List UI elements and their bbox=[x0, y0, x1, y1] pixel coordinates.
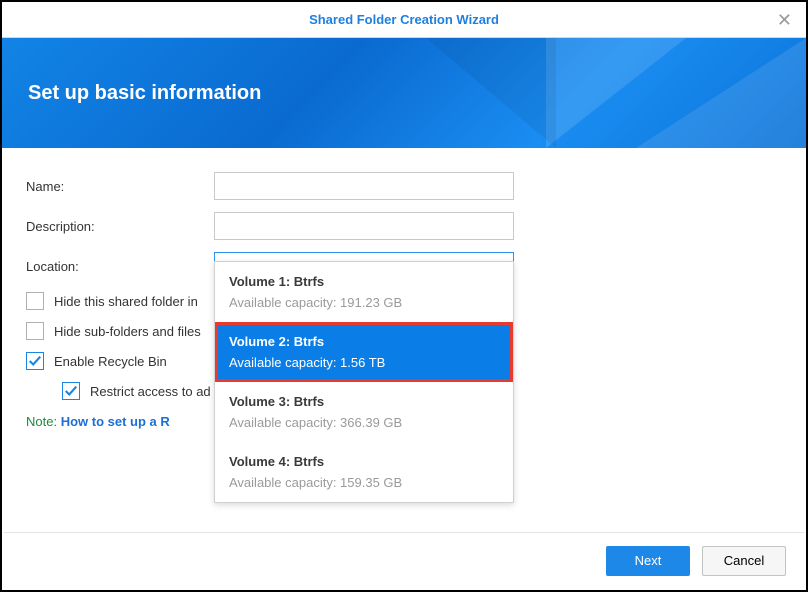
close-icon[interactable]: ✕ bbox=[777, 10, 792, 31]
description-input[interactable] bbox=[214, 212, 514, 240]
note-prefix: Note: bbox=[26, 414, 57, 429]
note-link[interactable]: How to set up a R bbox=[61, 414, 170, 429]
label-location: Location: bbox=[26, 259, 214, 274]
row-description: Description: bbox=[26, 212, 782, 240]
option-subtitle: Available capacity: 159.35 GB bbox=[229, 475, 499, 490]
checkbox-box bbox=[26, 292, 44, 310]
check-icon bbox=[64, 384, 78, 398]
titlebar: Shared Folder Creation Wizard ✕ bbox=[2, 2, 806, 38]
decor-triangle bbox=[426, 38, 556, 148]
checkbox-box bbox=[26, 322, 44, 340]
option-title: Volume 3: Btrfs bbox=[229, 394, 499, 409]
wizard-banner: Set up basic information bbox=[2, 38, 806, 148]
option-subtitle: Available capacity: 191.23 GB bbox=[229, 295, 499, 310]
dropdown-option-volume1[interactable]: Volume 1: Btrfs Available capacity: 191.… bbox=[215, 262, 513, 322]
checkbox-label: Hide sub-folders and files bbox=[54, 324, 201, 339]
form-content: Name: Description: Location: Volume 2: B… bbox=[2, 148, 806, 429]
location-dropdown: Volume 1: Btrfs Available capacity: 191.… bbox=[214, 261, 514, 503]
cancel-button[interactable]: Cancel bbox=[702, 546, 786, 576]
checkbox-box bbox=[62, 382, 80, 400]
check-icon bbox=[28, 354, 42, 368]
label-description: Description: bbox=[26, 219, 214, 234]
next-button[interactable]: Next bbox=[606, 546, 690, 576]
banner-title: Set up basic information bbox=[28, 82, 261, 105]
option-title: Volume 4: Btrfs bbox=[229, 454, 499, 469]
option-title: Volume 1: Btrfs bbox=[229, 274, 499, 289]
checkbox-label: Enable Recycle Bin bbox=[54, 354, 167, 369]
dropdown-option-volume4[interactable]: Volume 4: Btrfs Available capacity: 159.… bbox=[215, 442, 513, 502]
checkbox-label: Restrict access to ad bbox=[90, 384, 211, 399]
label-name: Name: bbox=[26, 179, 214, 194]
wizard-footer: Next Cancel bbox=[4, 532, 804, 588]
dropdown-option-volume3[interactable]: Volume 3: Btrfs Available capacity: 366.… bbox=[215, 382, 513, 442]
row-name: Name: bbox=[26, 172, 782, 200]
option-subtitle: Available capacity: 1.56 TB bbox=[229, 355, 499, 370]
wizard-window: Shared Folder Creation Wizard ✕ Set up b… bbox=[0, 0, 808, 592]
checkbox-label: Hide this shared folder in bbox=[54, 294, 198, 309]
option-title: Volume 2: Btrfs bbox=[229, 334, 499, 349]
name-input[interactable] bbox=[214, 172, 514, 200]
window-title: Shared Folder Creation Wizard bbox=[309, 12, 499, 27]
dropdown-option-volume2[interactable]: Volume 2: Btrfs Available capacity: 1.56… bbox=[215, 322, 513, 382]
option-subtitle: Available capacity: 366.39 GB bbox=[229, 415, 499, 430]
checkbox-box bbox=[26, 352, 44, 370]
decor-triangle bbox=[546, 38, 686, 148]
